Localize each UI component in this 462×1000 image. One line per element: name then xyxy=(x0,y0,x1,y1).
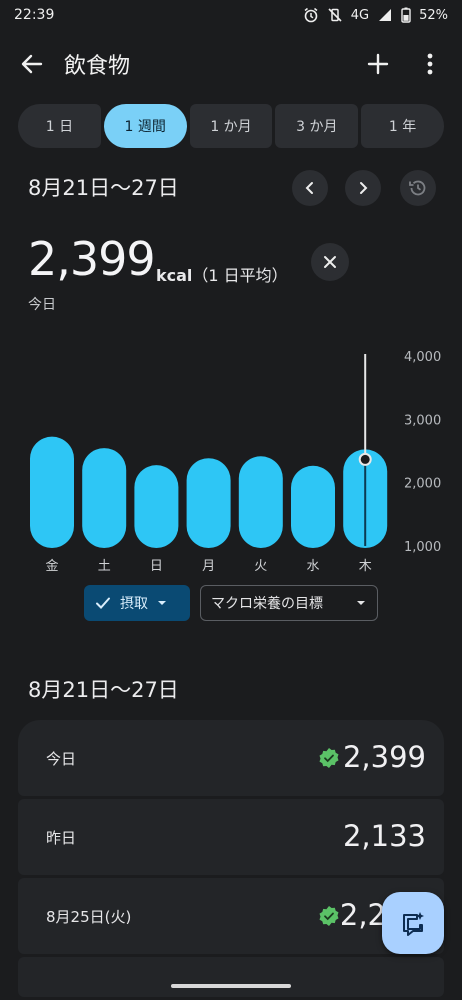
y-tick-label: 3,000 xyxy=(404,413,441,428)
bar-2 xyxy=(134,465,179,548)
close-icon xyxy=(324,256,336,268)
period-tabs: 1 日 1 週間 1 か月 3 か月 1 年 xyxy=(18,104,444,148)
row-label: 今日 xyxy=(46,750,77,768)
today-label: 今日 xyxy=(28,297,56,313)
x-tick-label: 火 xyxy=(254,559,267,574)
verified-check-icon xyxy=(319,748,339,768)
app-bar: 飲食物 xyxy=(0,38,462,90)
list-item[interactable]: 8月25日(火) 2,2 xyxy=(18,878,444,954)
verified-check-icon xyxy=(319,906,339,926)
x-tick-label: 金 xyxy=(45,558,58,574)
y-tick-label: 2,000 xyxy=(404,477,441,492)
date-range-title: 8月21日〜27日 xyxy=(28,176,179,200)
x-tick-label: 日 xyxy=(150,559,163,574)
check-icon xyxy=(96,597,110,609)
intake-chip[interactable]: 摂取 xyxy=(84,585,190,621)
calorie-bar-chart: 4,000 3,000 2,000 1,000 金 土 日 月 火 水 木 xyxy=(30,350,441,574)
history-icon xyxy=(409,180,426,196)
macro-chip-label: マクロ栄養の目標 xyxy=(211,596,323,612)
reset-date-button[interactable] xyxy=(400,170,436,206)
signal-icon xyxy=(379,9,392,21)
list-item[interactable] xyxy=(18,957,444,997)
row-label: 8月25日(火) xyxy=(46,908,132,926)
list-item[interactable]: 今日 2,399 xyxy=(18,720,444,796)
tab-1-day[interactable]: 1 日 xyxy=(18,104,101,148)
x-tick-label: 木 xyxy=(359,559,372,574)
row-value: 2,399 xyxy=(342,740,426,774)
row-value: 2,133 xyxy=(342,819,426,853)
tab-1-month[interactable]: 1 か月 xyxy=(189,104,273,148)
unit-label: kcal（1 日平均） xyxy=(156,262,288,286)
macro-goal-chip[interactable]: マクロ栄養の目標 xyxy=(200,585,378,621)
y-tick-label: 4,000 xyxy=(404,350,441,365)
unit-kcal: kcal xyxy=(156,266,193,285)
chevron-left-icon xyxy=(305,182,313,194)
vibrate-off-icon xyxy=(328,8,342,22)
clear-selection-button[interactable] xyxy=(311,243,349,281)
bar-4 xyxy=(238,456,283,548)
list-item[interactable]: 昨日 2,133 xyxy=(18,799,444,875)
sparkle-chat-icon xyxy=(403,912,424,936)
tab-3-months[interactable]: 3 か月 xyxy=(275,104,359,148)
row-label: 昨日 xyxy=(46,829,77,847)
status-time: 22:39 xyxy=(14,7,55,23)
status-bar: 22:39 4G 52% xyxy=(0,0,462,30)
daily-list: 今日 2,399 昨日 2,133 8月25日(火) 2,2 xyxy=(18,720,444,1000)
home-indicator xyxy=(171,984,291,988)
unit-note: （1 日平均） xyxy=(192,266,288,285)
bar-3 xyxy=(186,458,231,548)
average-value: 2,399 xyxy=(28,232,156,286)
filter-chips: 摂取 マクロ栄養の目標 xyxy=(84,585,378,621)
status-icons: 4G 52% xyxy=(303,7,448,23)
tab-1-week[interactable]: 1 週間 xyxy=(103,104,187,148)
ai-chat-fab[interactable] xyxy=(382,892,444,954)
chevron-right-icon xyxy=(360,182,368,194)
dropdown-arrow-icon xyxy=(357,601,365,605)
page-title: 飲食物 xyxy=(64,54,131,79)
range-row: 8月21日〜27日 xyxy=(28,170,444,206)
row-value: 2,2 xyxy=(339,898,386,932)
list-section-title: 8月21日〜27日 xyxy=(28,678,179,702)
x-tick-label: 月 xyxy=(202,559,215,574)
next-button[interactable] xyxy=(345,170,381,206)
bar-0 xyxy=(30,436,74,548)
battery-icon xyxy=(401,7,411,23)
tab-1-year[interactable]: 1 年 xyxy=(361,104,444,148)
bar-1 xyxy=(82,448,127,548)
selection-point xyxy=(358,452,372,466)
more-vert-icon[interactable] xyxy=(418,50,442,78)
dropdown-arrow-icon xyxy=(158,601,166,605)
bar-5 xyxy=(291,465,335,548)
arrow-back-icon[interactable] xyxy=(18,50,46,78)
x-tick-label: 水 xyxy=(306,559,319,574)
previous-button[interactable] xyxy=(292,170,328,206)
summary: 2,399 kcal（1 日平均） xyxy=(28,232,288,286)
plus-icon[interactable] xyxy=(364,50,392,78)
x-tick-label: 土 xyxy=(98,559,111,574)
battery-percent: 52% xyxy=(419,7,448,23)
network-label: 4G xyxy=(350,7,370,23)
intake-chip-label: 摂取 xyxy=(120,596,148,612)
y-tick-label: 1,000 xyxy=(404,540,441,555)
alarm-icon xyxy=(304,7,318,23)
